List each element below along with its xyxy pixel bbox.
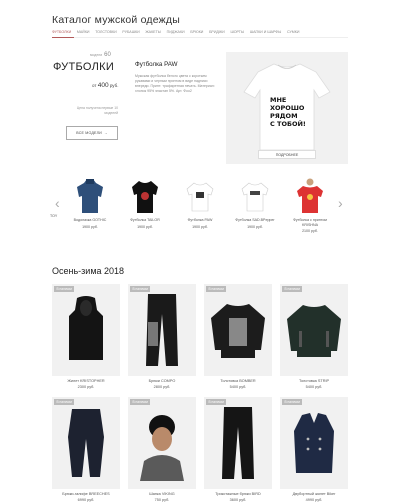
arrow-right-icon: → xyxy=(103,131,108,135)
product-name: Шапка VIKING xyxy=(149,492,175,496)
product-image: В наличии xyxy=(52,284,120,376)
product-image: В наличии xyxy=(204,397,272,489)
nav-item-bridzhi[interactable]: бриджи xyxy=(209,30,225,34)
product-price: 5400 руб. xyxy=(305,384,323,389)
tshirt-image: МНЕ ХОРОШО РЯДОМ С ТОБОЙ! xyxy=(243,63,331,151)
product-price: 750 руб. xyxy=(154,497,170,502)
carousel-item-image xyxy=(233,176,277,216)
carousel-item-price: 1900 руб. xyxy=(137,224,153,229)
shirt-print-line-2: ХОРОШО xyxy=(270,104,305,112)
nav-item-tolstovki[interactable]: толстовки xyxy=(95,30,117,34)
product-price: 2300 руб. xyxy=(77,384,95,389)
nav-divider xyxy=(52,37,348,38)
section-title: Осень-зима 2018 xyxy=(52,266,125,276)
category-model-count: модели 60 xyxy=(90,52,111,58)
product-card[interactable]: В наличии Жилет KRISTOPHER 2300 руб. xyxy=(52,284,120,389)
category-price: от 400 руб. xyxy=(92,82,119,89)
product-image: В наличии xyxy=(128,284,196,376)
carousel-item-name: Футболка TAILOR xyxy=(130,218,160,222)
carousel-item[interactable]: Водолазка GOTHIC 1900 руб. xyxy=(68,176,112,229)
product-image: В наличии xyxy=(128,397,196,489)
nav-item-shapki[interactable]: шапки и шарфы xyxy=(250,30,281,34)
product-image: В наличии xyxy=(204,284,272,376)
nav-item-futbolki[interactable]: футболки xyxy=(52,30,71,34)
product-name: Толстовка BOMBER xyxy=(220,379,256,383)
product-name: Брюки-галифе BREECHES xyxy=(62,492,110,496)
all-models-button[interactable]: ВСЕ МОДЕЛИ → xyxy=(66,126,118,140)
carousel-edge-label: TOY xyxy=(50,214,58,218)
featured-product-name: Футболка PAW xyxy=(135,61,178,68)
product-price: 6990 руб. xyxy=(77,497,95,502)
product-card[interactable]: В наличии Трикотажные брюки BIRD 3600 ру… xyxy=(204,397,272,502)
chevron-right-icon[interactable]: › xyxy=(338,196,343,210)
category-nav: футболки майки толстовки рубашки жакеты … xyxy=(52,30,305,34)
stock-badge: В наличии xyxy=(282,399,303,405)
category-note: Цена получена первые 10 моделей xyxy=(76,106,118,115)
nav-item-zhakety[interactable]: жакеты xyxy=(145,30,161,34)
stock-badge: В наличии xyxy=(54,286,75,292)
shirt-print-line-1: МНЕ xyxy=(270,96,286,104)
product-card[interactable]: В наличии Шапка VIKING 750 руб. xyxy=(128,397,196,502)
product-price: 5400 руб. xyxy=(229,384,247,389)
product-card[interactable]: В наличии Брюки-галифе BREECHES 6990 руб… xyxy=(52,397,120,502)
product-name: Брюки COMPO xyxy=(148,379,176,383)
stock-badge: В наличии xyxy=(130,286,151,292)
carousel-item-name: Футболка SAD.BPepper xyxy=(235,218,275,222)
shirt-print-line-4: С ТОБОЙ! xyxy=(270,119,306,128)
featured-product-description: Мужская футболка белого цвета с коротким… xyxy=(135,74,215,93)
stock-badge: В наличии xyxy=(206,399,227,405)
product-price: 4990 руб. xyxy=(305,497,323,502)
carousel-item-image xyxy=(123,176,167,216)
chevron-left-icon[interactable]: ‹ xyxy=(55,196,60,210)
nav-item-sumki[interactable]: сумки xyxy=(287,30,299,34)
nav-item-shorty[interactable]: шорты xyxy=(230,30,244,34)
nav-item-bryuki[interactable]: брюки xyxy=(190,30,203,34)
nav-item-pidzhaki[interactable]: пиджаки xyxy=(167,30,185,34)
featured-product-image[interactable]: МНЕ ХОРОШО РЯДОМ С ТОБОЙ! xyxy=(226,52,348,164)
carousel-item-price: 1900 руб. xyxy=(247,224,263,229)
stock-badge: В наличии xyxy=(206,286,227,292)
carousel-item-price: 1900 руб. xyxy=(82,224,98,229)
carousel-item-image xyxy=(288,176,332,216)
carousel-item-price: 2100 руб. xyxy=(302,229,318,234)
carousel-item-price: 1900 руб. xyxy=(192,224,208,229)
product-card[interactable]: В наличии Толстовка BOMBER 5400 руб. xyxy=(204,284,272,389)
carousel-item[interactable]: Футболка TAILOR 1900 руб. xyxy=(123,176,167,229)
product-price: 3600 руб. xyxy=(229,497,247,502)
product-card[interactable]: В наличии Брюки COMPO 2800 руб. xyxy=(128,284,196,389)
nav-item-maiki[interactable]: майки xyxy=(77,30,90,34)
product-card[interactable]: В наличии Толстовка STRIP 5400 руб. xyxy=(280,284,348,389)
product-card[interactable]: В наличии Двубортный жилет Biker 4990 ру… xyxy=(280,397,348,502)
stock-badge: В наличии xyxy=(54,399,75,405)
shirt-print-line-3: РЯДОМ xyxy=(270,112,298,120)
stock-badge: В наличии xyxy=(282,286,303,292)
product-name: Двубортный жилет Biker xyxy=(292,492,336,496)
product-price: 2800 руб. xyxy=(153,384,171,389)
carousel-item[interactable]: Футболка PAW 1900 руб. xyxy=(178,176,222,229)
product-name: Жилет KRISTOPHER xyxy=(67,379,105,383)
nav-active-indicator xyxy=(52,36,74,38)
product-image: В наличии xyxy=(280,284,348,376)
carousel-item-name: Водолазка GOTHIC xyxy=(73,218,107,222)
product-name: Трикотажные брюки BIRD xyxy=(215,492,261,496)
nav-item-rubashki[interactable]: рубашки xyxy=(122,30,139,34)
carousel-item[interactable]: Футболка SAD.BPepper 1900 руб. xyxy=(233,176,277,229)
page-title: Каталог мужской одежды xyxy=(52,14,180,26)
details-button[interactable]: ПОДРОБНЕЕ xyxy=(258,150,316,159)
product-image: В наличии xyxy=(280,397,348,489)
carousel-item-image xyxy=(178,176,222,216)
carousel-item-image xyxy=(68,176,112,216)
category-title: ФУТБОЛКИ xyxy=(53,61,115,73)
carousel-item-name: Футболка PAW xyxy=(187,218,213,222)
stock-badge: В наличии xyxy=(130,399,151,405)
product-name: Толстовка STRIP xyxy=(298,379,330,383)
all-models-label: ВСЕ МОДЕЛИ xyxy=(76,131,102,135)
carousel-item[interactable]: Футболка с принтом KRISHNA 2100 руб. xyxy=(288,176,332,234)
product-image: В наличии xyxy=(52,397,120,489)
carousel-item-name: Футболка с принтом KRISHNA xyxy=(293,218,327,227)
